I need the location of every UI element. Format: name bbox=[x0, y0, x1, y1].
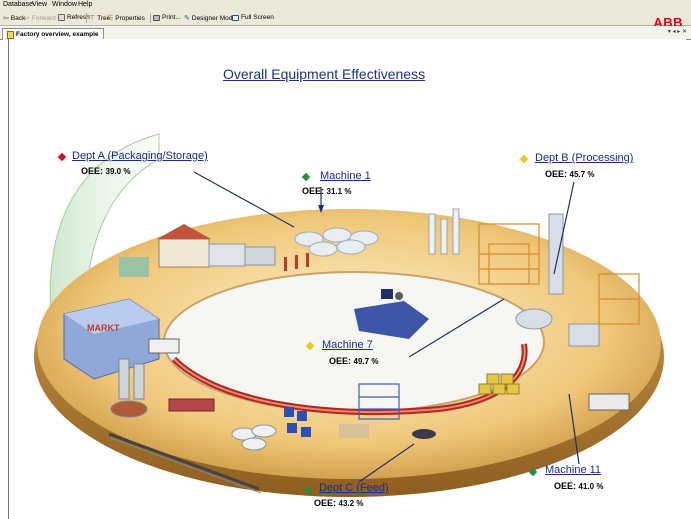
menu-view[interactable]: View bbox=[32, 1, 47, 8]
oee-dept-c: OEE: 43.2 % bbox=[314, 498, 364, 508]
tab-strip: Factory overview, example ▾ ◂ ▸ ✕ bbox=[0, 26, 691, 40]
menu-help[interactable]: Help bbox=[78, 1, 92, 8]
oee-machine-11: OEE: 41.0 % bbox=[554, 481, 604, 491]
page-title: Overall Equipment Effectiveness bbox=[223, 66, 426, 82]
menu-database[interactable]: Database bbox=[3, 1, 33, 8]
properties-button[interactable]: ☰ Properties bbox=[107, 14, 145, 23]
refresh-icon bbox=[58, 14, 65, 21]
link-machine-7[interactable]: Machine 7 bbox=[322, 339, 373, 351]
toolbar-separator bbox=[86, 13, 87, 23]
printer-icon bbox=[153, 14, 160, 21]
toolbar: ⇦ Back ⇨ Forward Refresh ⊤ Tree ☰ Proper… bbox=[0, 11, 691, 30]
designer-pencil-icon: ✎ bbox=[184, 15, 190, 22]
back-arrow-icon: ⇦ bbox=[3, 15, 9, 22]
back-button[interactable]: ⇦ Back bbox=[3, 14, 25, 23]
properties-icon: ☰ bbox=[107, 15, 114, 22]
markt-sign: MARKT bbox=[87, 323, 120, 333]
oee-machine-1: OEE: 31.1 % bbox=[302, 186, 352, 196]
forward-arrow-icon: ⇨ bbox=[24, 15, 30, 22]
link-machine-11[interactable]: Machine 11 bbox=[545, 464, 601, 476]
link-dept-a[interactable]: Dept A (Packaging/Storage) bbox=[72, 150, 208, 162]
truck-right bbox=[588, 393, 630, 411]
document-icon bbox=[7, 30, 14, 39]
tree-icon: ⊤ bbox=[89, 15, 96, 22]
tab-controls[interactable]: ▾ ◂ ▸ ✕ bbox=[668, 28, 687, 35]
link-machine-1[interactable]: Machine 1 bbox=[320, 170, 371, 182]
toolbar-separator bbox=[150, 13, 151, 23]
factory-overview-canvas: MARKT Overall Equipment Effectiveness De… bbox=[8, 39, 686, 519]
link-dept-b[interactable]: Dept B (Processing) bbox=[535, 152, 633, 164]
link-dept-c[interactable]: Dept C (Feed) bbox=[319, 482, 389, 494]
control-monitor bbox=[381, 289, 393, 299]
tanker-wagon bbox=[168, 398, 215, 412]
robot-arm-base bbox=[412, 429, 436, 439]
full-screen-icon bbox=[232, 14, 239, 21]
refresh-button[interactable]: Refresh bbox=[58, 14, 90, 21]
factory-scene-illustration: MARKT bbox=[34, 133, 664, 497]
print-button[interactable]: Print... bbox=[153, 14, 181, 21]
operator-figure bbox=[395, 292, 403, 300]
menu-bar: Database View Window Help bbox=[0, 0, 691, 11]
forward-button[interactable]: ⇨ Forward bbox=[24, 14, 56, 23]
menu-window[interactable]: Window bbox=[52, 1, 77, 8]
truck-left bbox=[148, 338, 180, 354]
oee-machine-7: OEE: 49.7 % bbox=[329, 356, 379, 366]
loading-area bbox=[339, 424, 369, 438]
full-screen-button[interactable]: Full Screen bbox=[232, 14, 274, 21]
designer-mode-button[interactable]: ✎ Designer Mode bbox=[184, 14, 236, 23]
oee-dept-a: OEE: 39.0 % bbox=[81, 166, 131, 176]
oee-dept-b: OEE: 45.7 % bbox=[545, 169, 595, 179]
